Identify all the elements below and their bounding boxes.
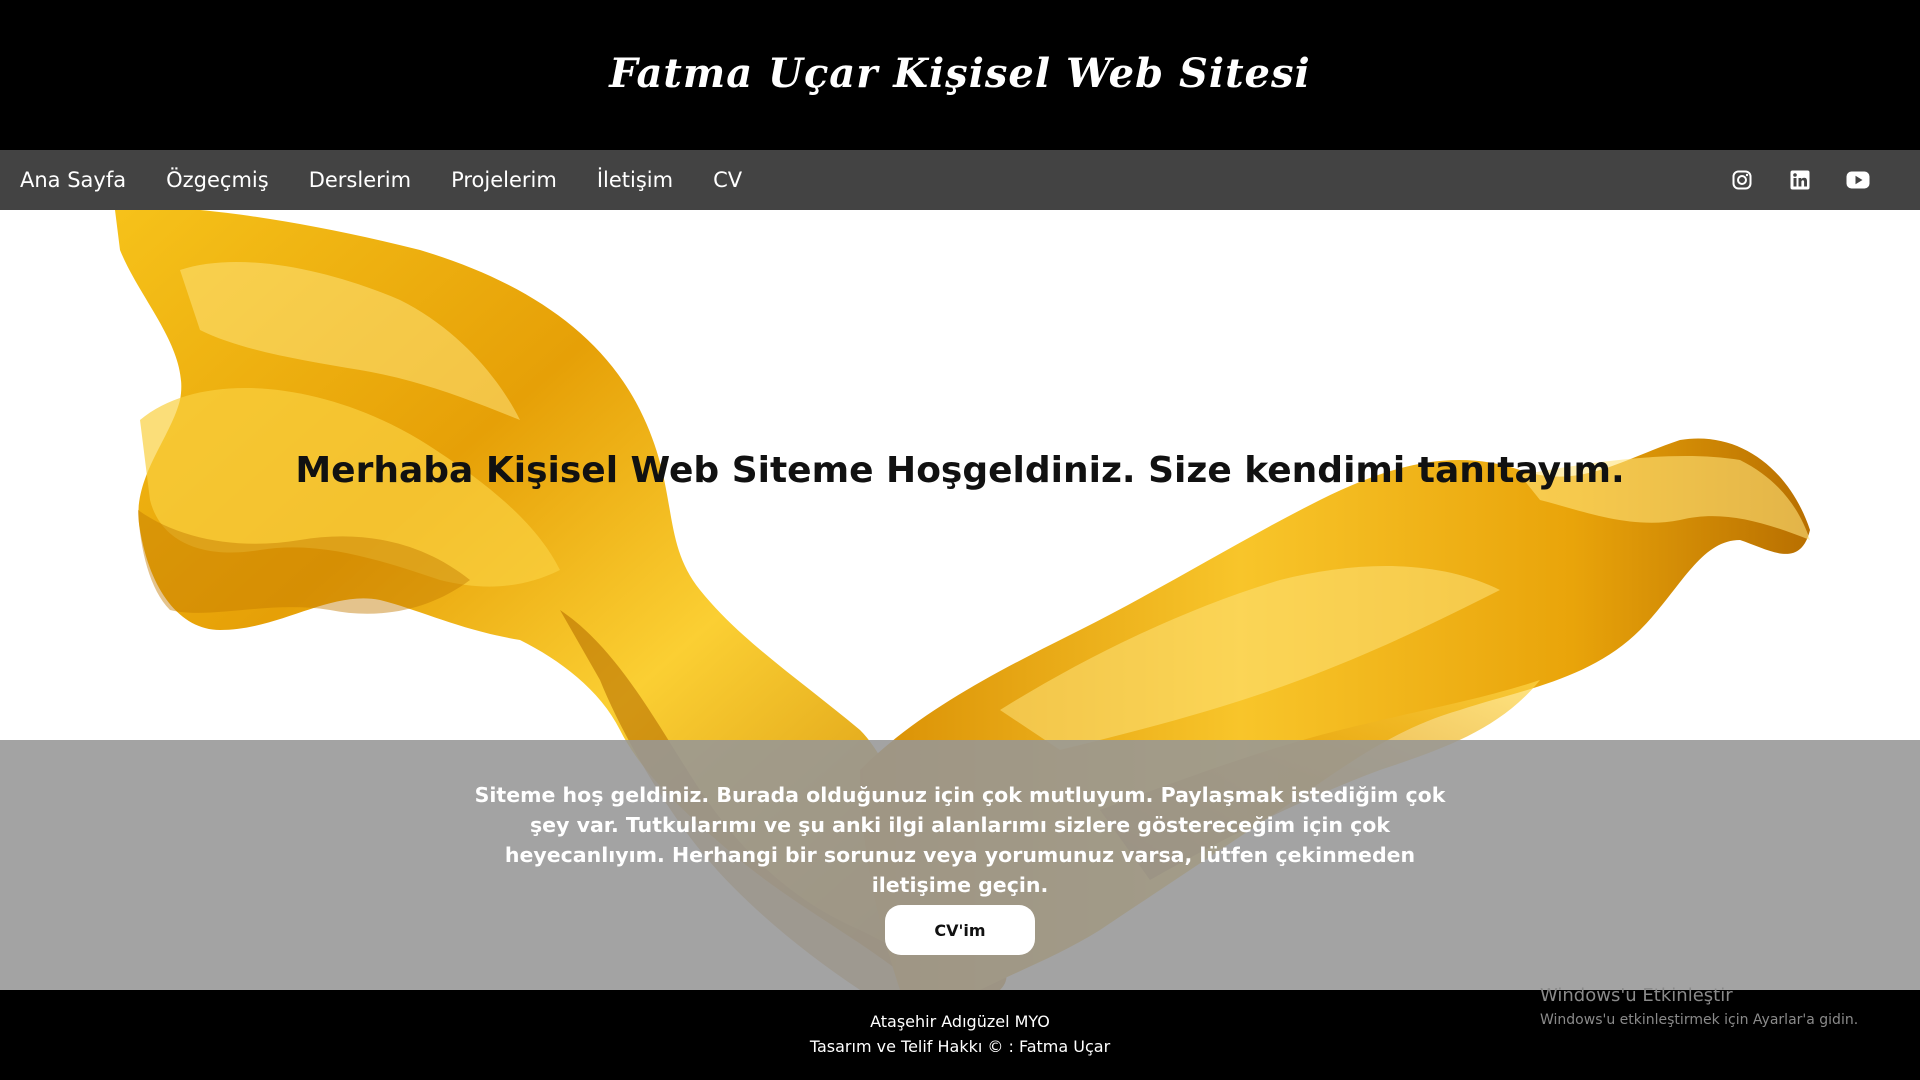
hero-section: Merhaba Kişisel Web Siteme Hoşgeldiniz. … (0, 210, 1920, 990)
youtube-icon[interactable] (1846, 168, 1870, 192)
site-footer: Ataşehir Adıgüzel MYO Tasarım ve Telif H… (0, 990, 1920, 1080)
nav-item-projelerim[interactable]: Projelerim (451, 168, 557, 192)
nav-item-iletisim[interactable]: İletişim (597, 168, 673, 192)
page: Fatma Uçar Kişisel Web Sitesi Ana Sayfa … (0, 0, 1920, 1080)
nav-item-ozgecmis[interactable]: Özgeçmiş (166, 168, 269, 192)
main-navbar: Ana Sayfa Özgeçmiş Derslerim Projelerim … (0, 150, 1920, 210)
nav-item-cv[interactable]: CV (713, 168, 742, 192)
cv-button[interactable]: CV'im (885, 905, 1035, 955)
hero-intro-panel: Siteme hoş geldiniz. Burada olduğunuz iç… (0, 740, 1920, 990)
nav-item-derslerim[interactable]: Derslerim (309, 168, 411, 192)
footer-school: Ataşehir Adıgüzel MYO (870, 1012, 1050, 1031)
site-header: Fatma Uçar Kişisel Web Sitesi (0, 0, 1920, 150)
footer-copyright: Tasarım ve Telif Hakkı © : Fatma Uçar (809, 1037, 1111, 1056)
hero-description: Siteme hoş geldiniz. Burada olduğunuz iç… (474, 783, 1446, 897)
nav-links: Ana Sayfa Özgeçmiş Derslerim Projelerim … (0, 168, 782, 192)
social-links (1696, 168, 1920, 192)
hero-heading: Merhaba Kişisel Web Siteme Hoşgeldiniz. … (295, 450, 1625, 491)
linkedin-icon[interactable] (1788, 168, 1812, 192)
instagram-icon[interactable] (1730, 168, 1754, 192)
site-title: Fatma Uçar Kişisel Web Sitesi (609, 49, 1311, 97)
nav-item-ana-sayfa[interactable]: Ana Sayfa (20, 168, 126, 192)
